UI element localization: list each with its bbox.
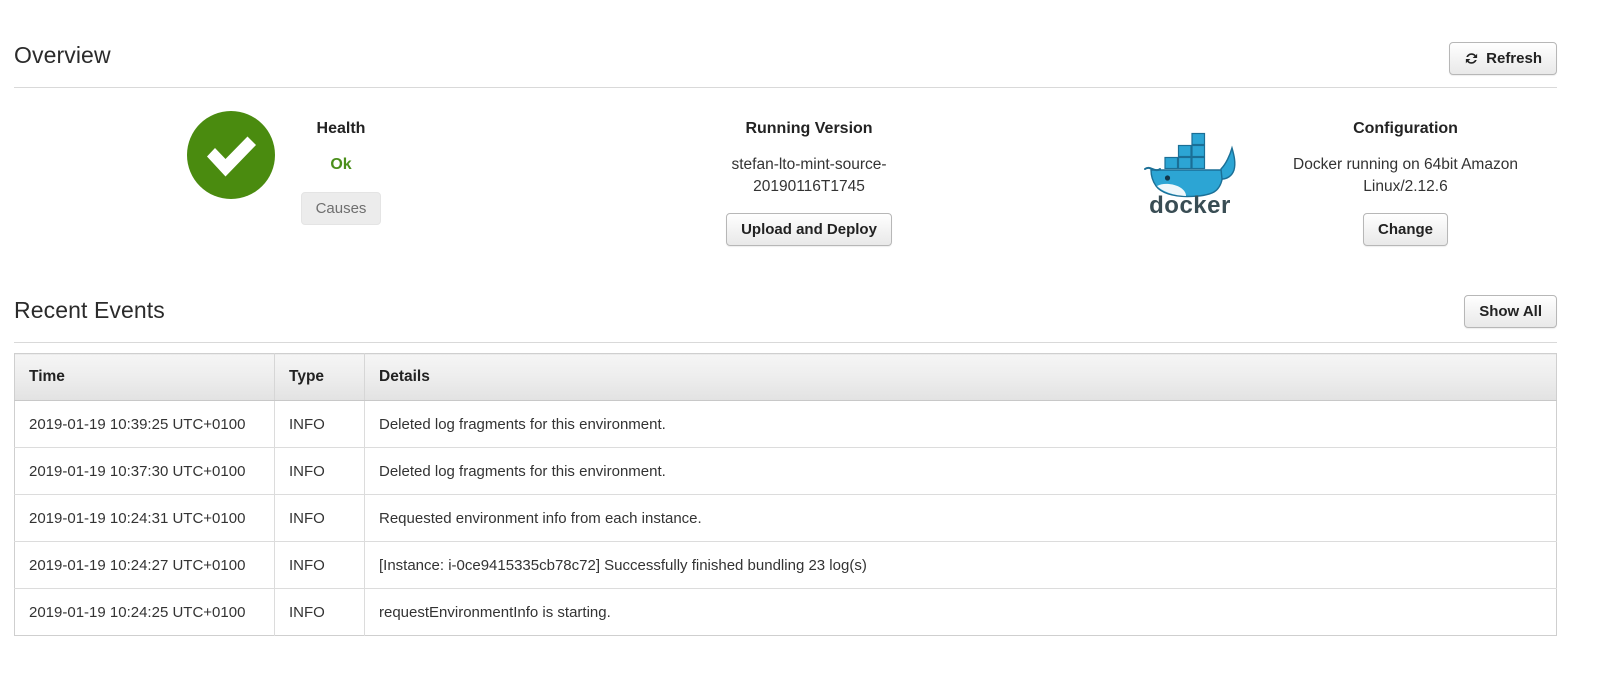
green-check-circle-icon <box>186 111 275 199</box>
event-details: requestEnvironmentInfo is starting. <box>379 603 611 621</box>
event-time: 2019-01-19 10:24:31 UTC+0100 <box>14 494 275 542</box>
refresh-button-label: Refresh <box>1486 50 1542 67</box>
recent-events-section-header: Recent Events Show All <box>14 285 1557 343</box>
events-table-body: 2019-01-19 10:39:25 UTC+0100 INFO Deleted … <box>14 400 1557 636</box>
event-details: Requested environment info from each ins… <box>364 494 1557 542</box>
event-details: [Instance: i-0ce9415335cb78c72] Successf… <box>364 541 1557 589</box>
table-row: 2019-01-19 10:24:27 UTC+0100 INFO [Instanc… <box>14 541 1557 589</box>
event-type: INFO <box>274 400 365 448</box>
events-table-head: Time Type Details <box>14 353 1557 401</box>
show-all-button[interactable]: Show All <box>1464 295 1557 328</box>
column-header-type[interactable]: Type <box>274 353 365 401</box>
event-details: Deleted log fragments for this environme… <box>364 447 1557 495</box>
running-version-panel: Running Version stefan-lto-mint-source-2… <box>514 104 1104 264</box>
upload-and-deploy-button[interactable]: Upload and Deploy <box>726 213 892 246</box>
table-row: 2019-01-19 10:39:25 UTC+0100 INFO Deleted … <box>14 400 1557 448</box>
overview-panels: Health Ok Causes Running Version stefan-… <box>14 104 1557 264</box>
health-status: Ok <box>330 156 352 173</box>
table-row: 2019-01-19 10:24:31 UTC+0100 INFO Requeste… <box>14 494 1557 542</box>
event-time: 2019-01-19 10:39:25 UTC+0100 <box>14 400 275 448</box>
table-row: 2019-01-19 10:24:25 UTC+0100 INFO requestE… <box>14 588 1557 636</box>
event-time: 2019-01-19 10:37:30 UTC+0100 <box>14 447 275 495</box>
svg-text:docker: docker <box>1149 192 1231 216</box>
event-type: INFO <box>274 588 365 636</box>
configuration-label: Configuration <box>1353 120 1458 137</box>
running-version-value: stefan-lto-mint-source-20190116T1745 <box>731 156 887 195</box>
refresh-button[interactable]: Refresh <box>1449 42 1557 75</box>
refresh-icon <box>1466 53 1478 64</box>
configuration-value: Docker running on 64bit Amazon Linux/2.1… <box>1293 156 1518 195</box>
event-time: 2019-01-19 10:24:27 UTC+0100 <box>14 541 275 589</box>
docker-logo-icon: docker <box>1143 132 1236 216</box>
event-type: INFO <box>274 494 365 542</box>
page-title: Overview <box>14 42 111 68</box>
event-type: INFO <box>274 447 365 495</box>
change-configuration-button[interactable]: Change <box>1362 213 1448 246</box>
events-table-header-row: Time Type Details <box>14 353 1557 401</box>
table-row: 2019-01-19 10:37:30 UTC+0100 INFO Deleted … <box>14 447 1557 495</box>
column-header-time[interactable]: Time <box>14 353 275 401</box>
running-version-label: Running Version <box>745 120 873 137</box>
recent-events-table: Time Type Details 2019-01-19 10:39:25 UT… <box>14 353 1557 636</box>
column-header-details[interactable]: Details <box>364 353 1557 401</box>
recent-events-title: Recent Events <box>14 297 165 323</box>
causes-button[interactable]: Causes <box>300 191 382 225</box>
configuration-panel: docker Configuration Docker running on 6… <box>1104 104 1557 264</box>
overview-section-header: Overview Refresh <box>14 30 1557 88</box>
health-label: Health <box>316 120 366 137</box>
event-type: INFO <box>274 541 365 589</box>
environment-overview-page: Overview Refresh Health Ok Causes Runnin… <box>0 0 1600 673</box>
health-panel: Health Ok Causes <box>54 104 514 264</box>
event-time: 2019-01-19 10:24:25 UTC+0100 <box>14 588 275 636</box>
event-details: Deleted log fragments for this environme… <box>364 400 1557 448</box>
